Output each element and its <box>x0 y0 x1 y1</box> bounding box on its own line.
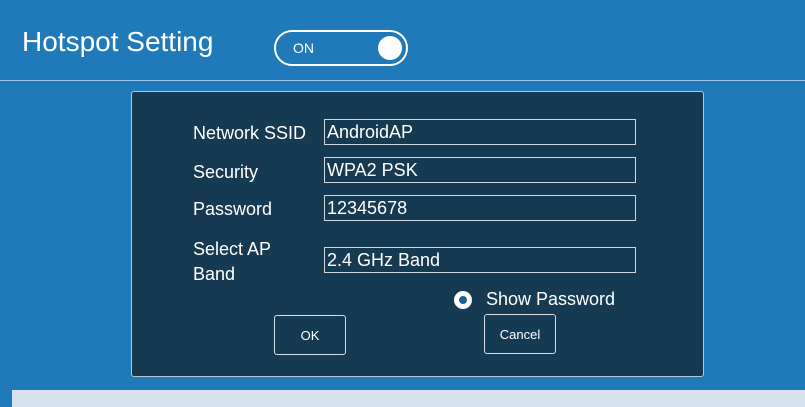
ssid-label: Network SSID <box>193 123 307 143</box>
show-password-option[interactable]: Show Password <box>454 289 615 310</box>
cancel-button[interactable]: Cancel <box>484 314 556 354</box>
band-label-line1: Select AP <box>193 239 272 259</box>
password-label: Password <box>193 199 273 219</box>
toggle-knob <box>378 36 402 60</box>
bottom-strip <box>12 390 805 407</box>
header-divider <box>0 80 805 81</box>
band-label-line2: Band <box>193 264 236 284</box>
hotspot-toggle[interactable]: ON <box>274 30 408 66</box>
show-password-label: Show Password <box>486 289 616 309</box>
security-label: Security <box>193 162 259 182</box>
band-select[interactable] <box>324 247 636 273</box>
hotspot-settings-dialog: Network SSID Security Password Select AP… <box>131 91 704 377</box>
password-field[interactable] <box>324 195 636 221</box>
radio-dot-icon <box>459 295 467 304</box>
radio-selected-icon[interactable] <box>454 290 472 309</box>
ssid-field[interactable] <box>324 119 636 145</box>
ok-button[interactable]: OK <box>274 315 346 355</box>
page-title: Hotspot Setting <box>22 26 214 57</box>
security-field[interactable] <box>324 157 636 183</box>
toggle-state-label: ON <box>293 40 314 56</box>
